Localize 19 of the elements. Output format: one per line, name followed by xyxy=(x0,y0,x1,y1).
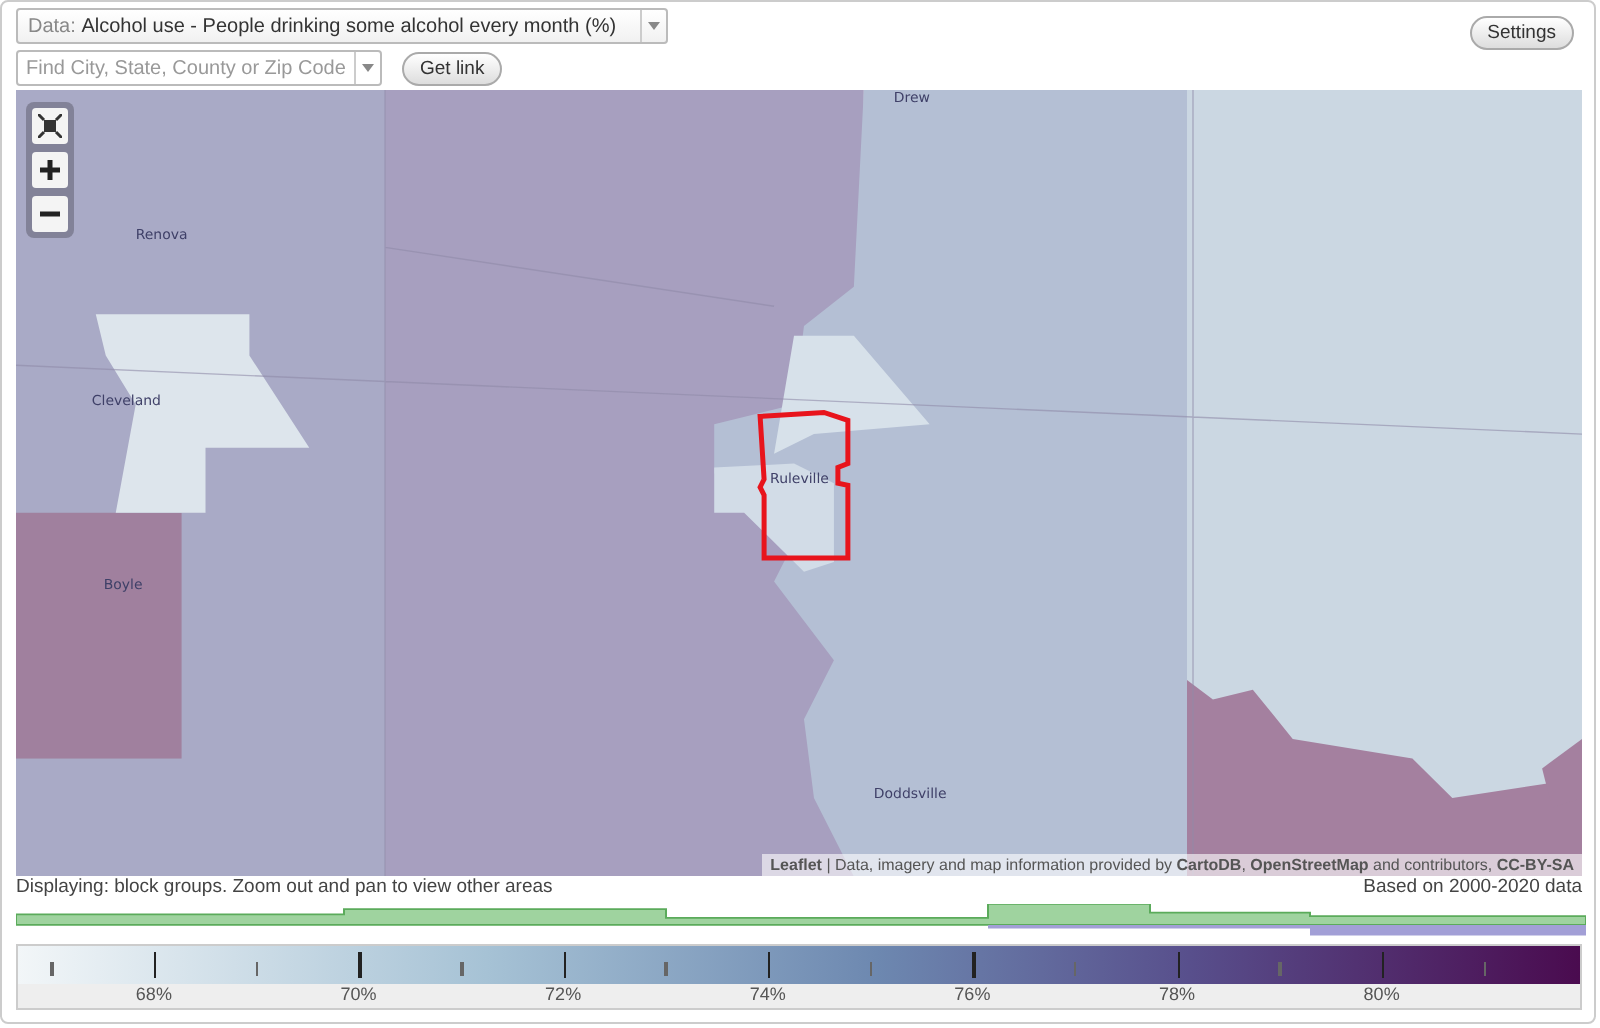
legend-label: 80% xyxy=(1363,984,1400,1004)
data-dropdown[interactable]: Data: Alcohol use - People drinking some alcohol every month (%) xyxy=(16,8,668,44)
legend-label: 78% xyxy=(1159,984,1195,1004)
data-range-text: Based on 2000-2020 data xyxy=(1363,876,1582,901)
zoom-out-icon[interactable] xyxy=(32,196,68,232)
legend-label: 70% xyxy=(340,984,377,1004)
legend-label: 72% xyxy=(545,984,582,1004)
map-attribution: Leaflet | Data, imagery and map information provided by CartoDB, OpenStreetMap and contributors, CC-BY-SA xyxy=(762,854,1582,877)
settings-button[interactable]: Settings xyxy=(1469,16,1574,50)
legend-label: 68% xyxy=(135,984,172,1004)
search-field[interactable]: Find City, State, County or Zip Code xyxy=(16,50,382,86)
fullscreen-icon[interactable] xyxy=(32,108,68,144)
caret-icon xyxy=(640,10,666,42)
legend-label: 76% xyxy=(954,984,991,1004)
get-link-button[interactable]: Get link xyxy=(402,51,503,85)
zoom-in-icon[interactable] xyxy=(32,152,68,188)
legend-label: 74% xyxy=(749,984,786,1004)
caret-icon xyxy=(354,52,380,84)
status-text: Displaying: block groups. Zoom out and pan to view other areas xyxy=(16,876,553,901)
